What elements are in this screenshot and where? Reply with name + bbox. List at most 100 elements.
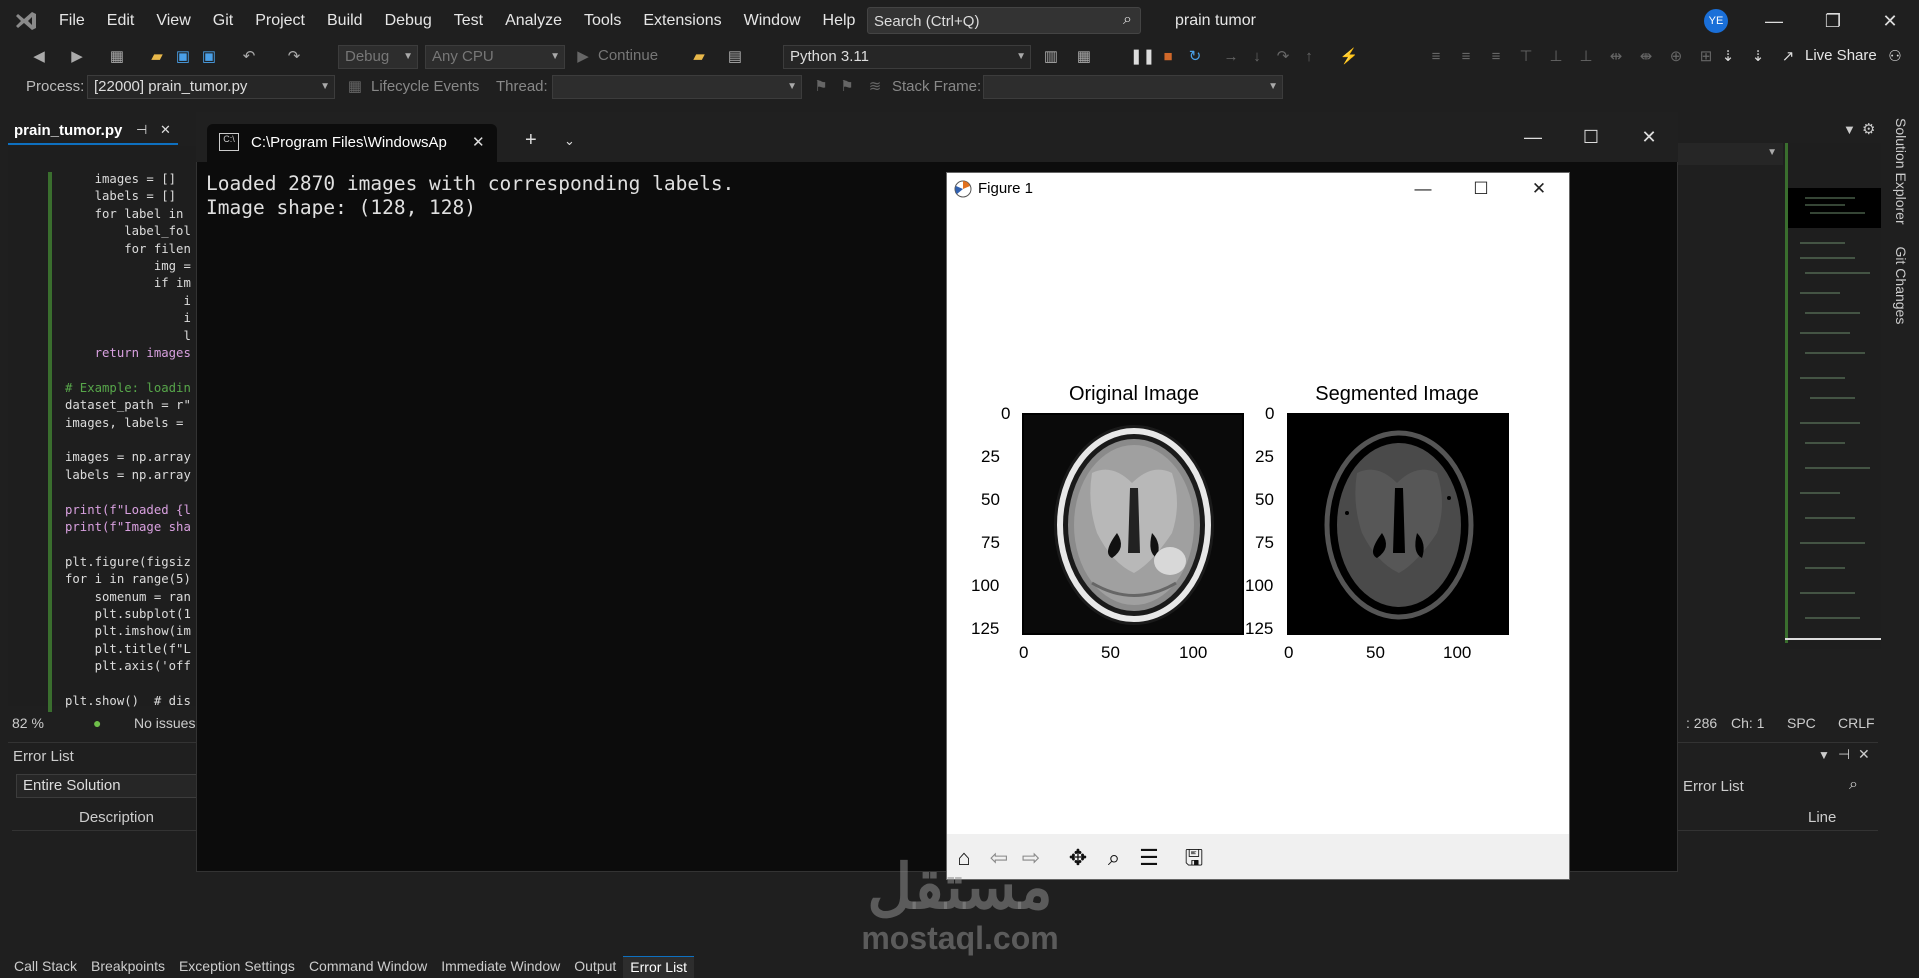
forward-icon[interactable]: ▶	[66, 46, 88, 68]
flag-icon[interactable]: ⚑	[810, 76, 832, 98]
live-share-icon[interactable]: ↗	[1777, 46, 1799, 68]
error-scope-select[interactable]: Entire Solution	[16, 774, 204, 798]
chevron-down-icon[interactable]: ▼	[1767, 147, 1777, 158]
feedback-icon[interactable]: ⇣	[1717, 46, 1739, 68]
close-icon[interactable]: ✕	[1519, 176, 1559, 202]
diagnostic-icon[interactable]: ⚡	[1338, 46, 1360, 68]
save-icon[interactable]: ▣	[172, 46, 194, 68]
menu-git[interactable]: Git	[202, 12, 244, 30]
zoom-icon[interactable]: ⊕	[1665, 46, 1687, 68]
tab-solution-explorer[interactable]: Solution Explorer	[1893, 118, 1909, 225]
lifecycle-icon[interactable]: ▦	[344, 76, 366, 98]
minimize-icon[interactable]: —	[1754, 8, 1794, 34]
tab-exception-settings[interactable]: Exception Settings	[172, 956, 302, 978]
align-center-icon[interactable]: ≡	[1455, 46, 1477, 68]
center-icon[interactable]: ⇼	[1635, 46, 1657, 68]
tab-output[interactable]: Output	[567, 956, 623, 978]
menu-test[interactable]: Test	[443, 12, 494, 30]
maximize-icon[interactable]: ☐	[1461, 176, 1501, 202]
menu-tools[interactable]: Tools	[573, 12, 632, 30]
terminal-tab[interactable]: C:\ C:\Program Files\WindowsAp ✕	[207, 124, 497, 162]
tab-immediate-window[interactable]: Immediate Window	[434, 956, 567, 978]
menu-analyze[interactable]: Analyze	[494, 12, 573, 30]
menu-file[interactable]: File	[48, 12, 96, 30]
restore-icon[interactable]: ❐	[1813, 8, 1853, 34]
avatar[interactable]: YE	[1704, 9, 1728, 33]
folder-icon[interactable]: ▰	[688, 46, 710, 68]
whitespace-indicator[interactable]: SPC	[1787, 715, 1816, 731]
zoom-level[interactable]: 82 %	[12, 715, 44, 731]
configuration-select[interactable]: Debug ▼	[338, 45, 418, 69]
close-icon[interactable]: ✕	[1629, 124, 1669, 150]
account-icon[interactable]: ⚇	[1884, 46, 1906, 68]
column-indicator[interactable]: Ch: 1	[1731, 715, 1764, 731]
thread-select[interactable]: ▼	[552, 75, 802, 99]
open-folder-icon[interactable]: ▰	[146, 46, 168, 68]
pause-icon[interactable]: ❚❚	[1130, 46, 1155, 68]
tab-close-icon[interactable]: ✕	[160, 122, 171, 138]
step-out-icon[interactable]: ↑	[1298, 46, 1320, 68]
redo-icon[interactable]: ↷	[283, 46, 305, 68]
close-icon[interactable]: ✕	[1858, 746, 1870, 763]
undo-icon[interactable]: ↶	[238, 46, 260, 68]
new-tab-icon[interactable]: +	[525, 129, 537, 152]
search-box[interactable]: Search (Ctrl+Q) ⌕	[867, 7, 1141, 34]
menu-view[interactable]: View	[145, 12, 201, 30]
grid-icon[interactable]: ⊞	[1695, 46, 1717, 68]
document-tab[interactable]: prain_tumor.py ⊣ ✕	[8, 119, 178, 145]
issues-status[interactable]: No issues	[134, 715, 195, 731]
line-ending-indicator[interactable]: CRLF	[1838, 715, 1875, 731]
live-share-button[interactable]: Live Share	[1805, 47, 1877, 64]
show-next-statement-icon[interactable]: →	[1220, 46, 1242, 68]
new-item-icon[interactable]: ▦	[106, 46, 128, 68]
step-into-icon[interactable]: ↓	[1246, 46, 1268, 68]
column-description[interactable]: Description	[79, 809, 154, 826]
space-icon[interactable]: ⇹	[1605, 46, 1627, 68]
back-icon[interactable]: ◀	[28, 46, 50, 68]
pin-icon[interactable]: ⊣	[1838, 746, 1850, 763]
menu-edit[interactable]: Edit	[96, 12, 146, 30]
align-middle-icon[interactable]: ⊥	[1545, 46, 1567, 68]
menu-window[interactable]: Window	[733, 12, 812, 30]
error-list-search[interactable]: Error List ⌕	[1673, 776, 1883, 798]
chevron-down-icon[interactable]: ▼	[1843, 122, 1856, 137]
menu-project[interactable]: Project	[244, 12, 316, 30]
column-line[interactable]: Line	[1808, 809, 1836, 826]
tab-command-window[interactable]: Command Window	[302, 956, 434, 978]
tab-call-stack[interactable]: Call Stack	[0, 956, 84, 978]
platform-select[interactable]: Any CPU ▼	[425, 45, 565, 69]
step-over-icon[interactable]: ↷	[1272, 46, 1294, 68]
tab-breakpoints[interactable]: Breakpoints	[84, 956, 172, 978]
lifecycle-events-button[interactable]: Lifecycle Events	[371, 78, 479, 95]
tab-git-changes[interactable]: Git Changes	[1893, 247, 1909, 325]
close-icon[interactable]: ✕	[1870, 8, 1910, 34]
minimize-icon[interactable]: —	[1513, 124, 1553, 150]
python-environment-select[interactable]: Python 3.11 ▼	[783, 45, 1031, 69]
menu-help[interactable]: Help	[812, 12, 867, 30]
notification-icon[interactable]: ⇣	[1747, 46, 1769, 68]
align-bottom-icon[interactable]: ⊥	[1575, 46, 1597, 68]
pin-icon[interactable]: ⊣	[136, 122, 147, 138]
minimize-icon[interactable]: —	[1403, 176, 1443, 202]
continue-icon[interactable]: ▶	[572, 46, 594, 68]
tab-error-list[interactable]: Error List	[623, 956, 695, 978]
line-indicator[interactable]: : 286	[1686, 715, 1717, 731]
zoom-icon[interactable]: ⌕	[1100, 844, 1128, 872]
flag-all-icon[interactable]: ⚑	[836, 76, 858, 98]
stack-frame-select[interactable]: ▼	[983, 75, 1283, 99]
threads-icon[interactable]: ≋	[864, 76, 886, 98]
configure-subplots-icon[interactable]: ☰	[1135, 844, 1163, 872]
tab-close-icon[interactable]: ✕	[472, 133, 485, 151]
maximize-icon[interactable]: ☐	[1571, 124, 1611, 150]
menu-debug[interactable]: Debug	[374, 12, 443, 30]
menu-build[interactable]: Build	[316, 12, 374, 30]
chevron-down-icon[interactable]: ▼	[1818, 748, 1830, 762]
align-left-icon[interactable]: ≡	[1425, 46, 1447, 68]
stop-icon[interactable]: ■	[1157, 46, 1179, 68]
menu-extensions[interactable]: Extensions	[632, 12, 732, 30]
gear-icon[interactable]: ⚙	[1862, 120, 1875, 138]
browser-icon[interactable]: ▤	[724, 46, 746, 68]
code-minimap[interactable]	[1785, 143, 1881, 649]
continue-button[interactable]: Continue	[598, 47, 658, 64]
save-figure-icon[interactable]: 🖫	[1180, 844, 1208, 872]
